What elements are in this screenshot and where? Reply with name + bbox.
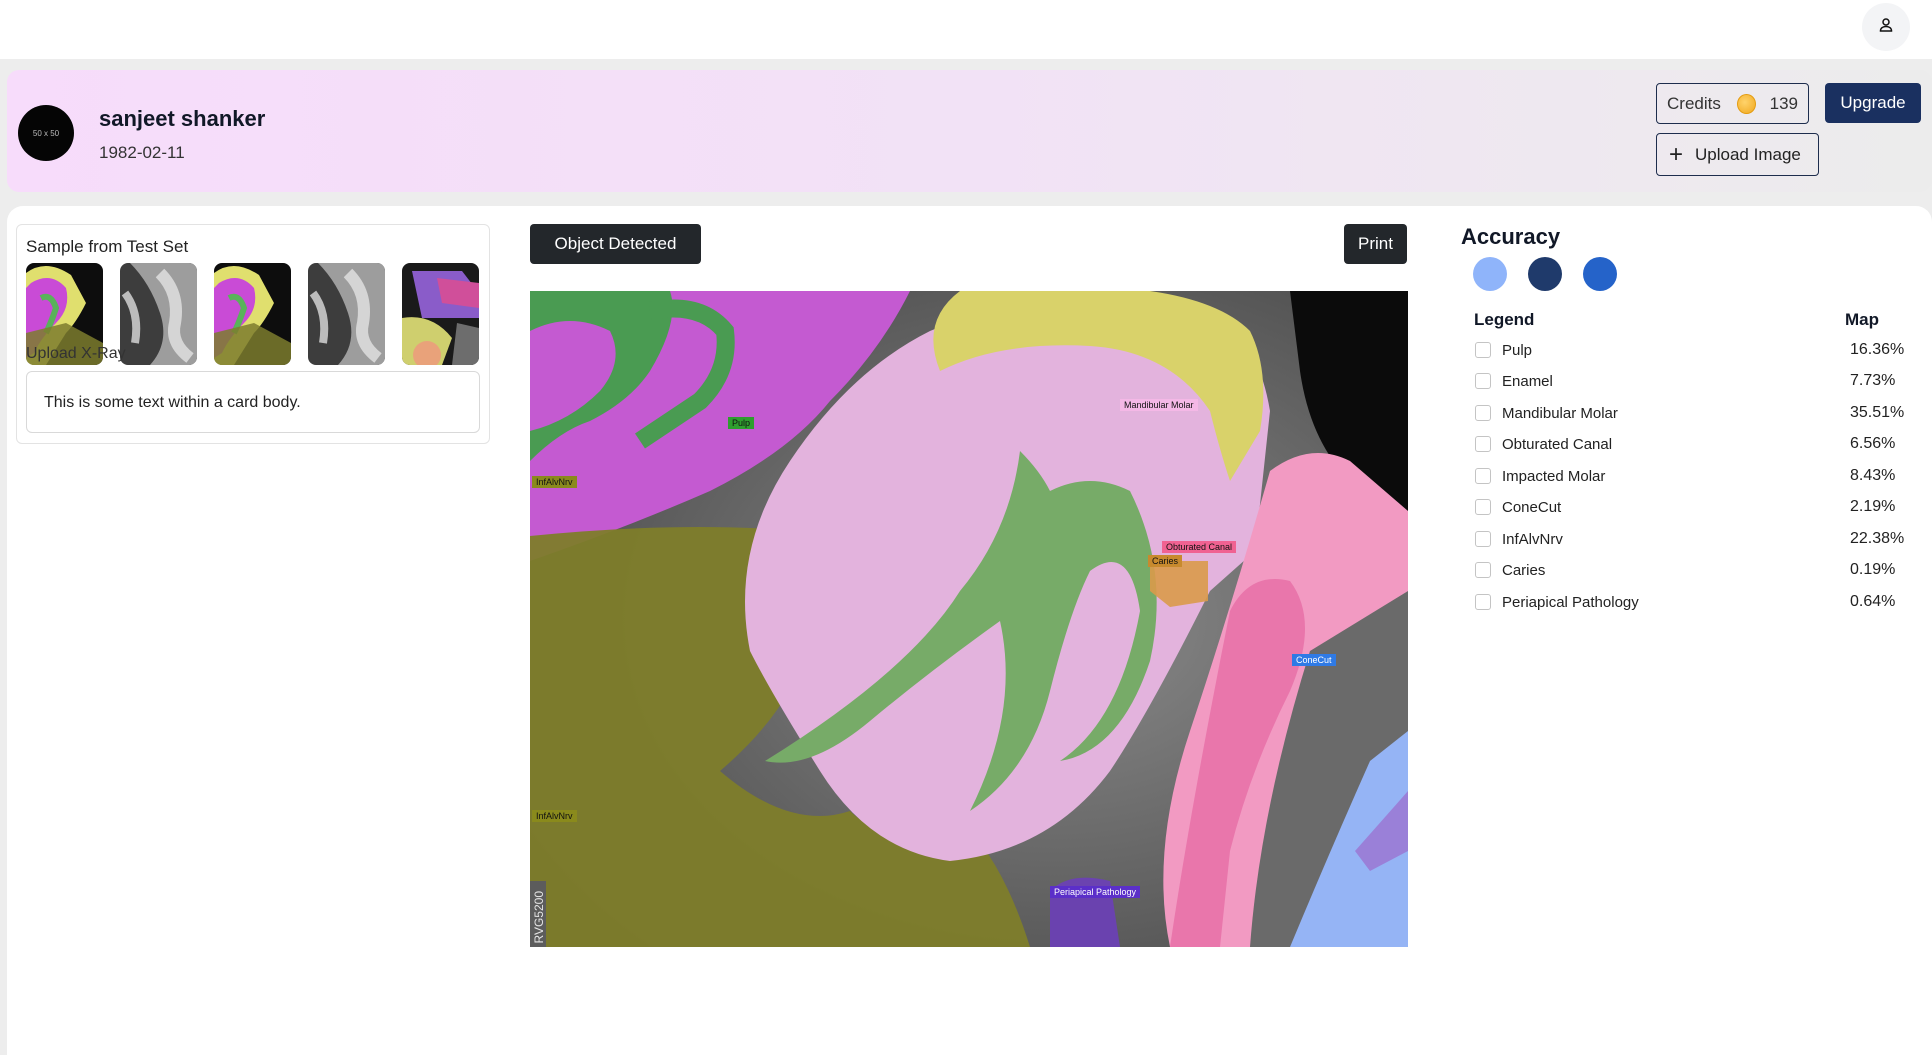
object-detected-button[interactable]: Object Detected [530,224,701,264]
user-icon [1878,17,1894,38]
main-panel: Sample from Test Set Upload X-Ray This i… [7,206,1932,1055]
xray-segmentation [530,291,1408,947]
credits-value: 139 [1769,93,1798,113]
legend-label: Periapical Pathology [1502,593,1639,611]
xray-tag-conecut: ConeCut [1292,654,1336,666]
patient-header: 50 x 50 sanjeet shanker 1982-02-11 Credi… [7,70,1932,192]
legend-label: ConeCut [1502,498,1562,516]
accuracy-color-medium[interactable] [1583,257,1617,291]
xray-tag-infalvnrv: InfAlvNrv [532,476,577,488]
patient-dob: 1982-02-11 [99,143,185,162]
upgrade-button[interactable]: Upgrade [1825,83,1921,123]
legend-item-obturated-canal: Obturated Canal 6.56% [1475,432,1915,456]
coin-icon [1736,93,1756,114]
xray-tag-caries: Caries [1148,555,1183,567]
legend-value: 16.36% [1850,341,1905,358]
legend-checkbox[interactable] [1475,342,1491,358]
print-button[interactable]: Print [1344,224,1407,264]
legend-value: 0.19% [1850,561,1896,578]
legend-header: Legend [1474,310,1535,329]
xray-tag-periapical-pathology: Periapical Pathology [1050,886,1141,898]
legend-checkbox[interactable] [1475,405,1491,421]
legend-checkbox[interactable] [1475,436,1491,452]
user-menu-button[interactable] [1862,3,1910,51]
top-bar [0,0,1932,59]
sample-thumbnail-3[interactable] [214,263,291,365]
sample-thumbnail-4[interactable] [308,263,385,365]
sample-title: Sample from Test Set [26,237,189,256]
legend-value: 22.38% [1850,530,1905,547]
legend-value: 7.73% [1850,372,1896,389]
legend-checkbox[interactable] [1475,468,1491,484]
legend-item-caries: Caries 0.19% [1475,558,1915,582]
legend-checkbox[interactable] [1475,562,1491,578]
xray-watermark: RVG5200 [532,891,546,944]
legend-value: 8.43% [1850,467,1896,484]
legend-label: Enamel [1502,372,1553,390]
legend-item-periapical-pathology: Periapical Pathology 0.64% [1475,590,1915,614]
xray-tag-infalvnrv-2: InfAlvNrv [532,810,577,822]
legend-item-mandibular-molar: Mandibular Molar 35.51% [1475,401,1915,425]
legend-label: Pulp [1502,341,1533,359]
avatar: 50 x 50 [18,105,74,161]
legend-item-impacted-molar: Impacted Molar 8.43% [1475,464,1915,488]
legend-value: 0.64% [1850,593,1896,610]
credits-label: Credits [1667,93,1721,113]
upload-image-label: Upload Image [1695,144,1801,164]
legend-value: 2.19% [1850,498,1896,515]
legend-checkbox[interactable] [1475,594,1491,610]
legend-checkbox[interactable] [1475,531,1491,547]
legend-checkbox[interactable] [1475,499,1491,515]
legend-item-infalvnrv: InfAlvNrv 22.38% [1475,527,1915,551]
patient-name: sanjeet shanker [99,106,266,131]
legend-label: InfAlvNrv [1502,530,1563,548]
credits-box[interactable]: Credits 139 [1656,83,1809,124]
legend-label: Mandibular Molar [1502,404,1618,422]
upload-xray-label: Upload X-Ray [26,345,126,362]
accuracy-color-dark[interactable] [1528,257,1562,291]
map-header: Map [1845,310,1879,329]
legend-label: Obturated Canal [1502,435,1613,453]
sample-card: Sample from Test Set Upload X-Ray This i… [16,224,490,444]
legend-value: 35.51% [1850,404,1905,421]
xray-tag-mandibular-molar: Mandibular Molar [1120,399,1198,411]
legend-checkbox[interactable] [1475,373,1491,389]
legend-item-enamel: Enamel 7.73% [1475,369,1915,393]
card-body: This is some text within a card body. [26,371,480,433]
sample-thumbnail-5[interactable] [402,263,479,365]
legend-value: 6.56% [1850,435,1896,452]
plus-icon: + [1669,140,1684,168]
legend-label: Impacted Molar [1502,467,1606,485]
upload-image-button[interactable]: + Upload Image [1656,133,1819,176]
xray-tag-obturated-canal: Obturated Canal [1162,541,1237,553]
xray-image: Pulp InfAlvNrv Mandibular Molar Obturate… [530,291,1408,947]
xray-tag-pulp: Pulp [728,417,755,429]
sample-thumbnail-2[interactable] [120,263,197,365]
legend-label: Caries [1502,561,1546,579]
legend-item-pulp: Pulp 16.36% [1475,338,1915,362]
accuracy-color-light[interactable] [1473,257,1507,291]
accuracy-title: Accuracy [1461,224,1561,249]
legend-item-conecut: ConeCut 2.19% [1475,495,1915,519]
